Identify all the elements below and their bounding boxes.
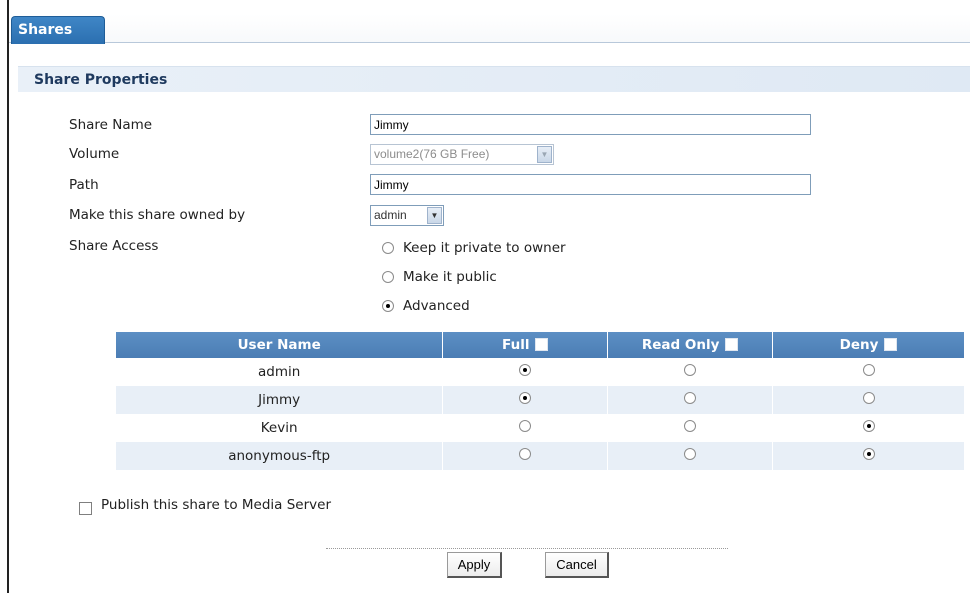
apply-button[interactable]: Apply <box>447 552 502 578</box>
share-name-input[interactable] <box>370 114 811 135</box>
path-label: Path <box>69 177 99 193</box>
publish-checkbox[interactable] <box>79 502 92 515</box>
section-title: Share Properties <box>18 66 970 92</box>
divider <box>326 548 728 549</box>
column-header-user: User Name <box>116 332 444 358</box>
chevron-down-icon: ▼ <box>427 207 442 224</box>
radio-deny[interactable] <box>862 448 875 460</box>
volume-select[interactable]: volume2(76 GB Free) ▼ <box>370 144 554 165</box>
path-input[interactable] <box>370 174 811 195</box>
user-name-cell: Jimmy <box>116 386 444 414</box>
radio-private[interactable] <box>382 242 394 254</box>
select-all-full-checkbox[interactable] <box>535 338 549 351</box>
chevron-down-icon: ▼ <box>537 146 552 163</box>
table-row: anonymous-ftp <box>116 442 965 470</box>
access-option-label: Advanced <box>403 298 470 314</box>
radio-readonly[interactable] <box>684 364 697 376</box>
user-access-table: User Name Full Read Only Deny admin Jimm… <box>116 332 965 470</box>
volume-select-value: volume2(76 GB Free) <box>374 147 490 161</box>
user-name-cell: admin <box>116 358 444 386</box>
table-row: admin <box>116 358 965 386</box>
table-header-row: User Name Full Read Only Deny <box>116 332 965 358</box>
column-header-full: Full <box>442 332 609 358</box>
access-option-advanced[interactable]: Advanced <box>382 298 470 314</box>
access-option-label: Make it public <box>403 269 497 285</box>
radio-full[interactable] <box>519 392 532 404</box>
tab-bar <box>9 14 970 43</box>
access-option-private[interactable]: Keep it private to owner <box>382 240 566 256</box>
column-header-deny: Deny <box>772 332 965 358</box>
share-name-label: Share Name <box>69 117 153 133</box>
radio-advanced[interactable] <box>382 300 394 312</box>
radio-deny[interactable] <box>862 420 875 432</box>
volume-label: Volume <box>69 146 120 162</box>
radio-full[interactable] <box>519 364 532 376</box>
share-access-label: Share Access <box>69 238 159 254</box>
tab-shares[interactable]: Shares <box>11 16 105 44</box>
radio-deny[interactable] <box>862 364 875 376</box>
user-name-cell: anonymous-ftp <box>116 442 444 470</box>
column-header-readonly: Read Only <box>607 332 774 358</box>
access-option-label: Keep it private to owner <box>403 240 566 256</box>
select-all-deny-checkbox[interactable] <box>884 338 898 351</box>
radio-readonly[interactable] <box>684 420 697 432</box>
radio-readonly[interactable] <box>684 448 697 460</box>
radio-deny[interactable] <box>862 392 875 404</box>
table-row: Kevin <box>116 414 965 442</box>
cancel-button[interactable]: Cancel <box>545 552 609 578</box>
user-name-cell: Kevin <box>116 414 444 442</box>
radio-full[interactable] <box>519 448 532 460</box>
radio-full[interactable] <box>519 420 532 432</box>
radio-public[interactable] <box>382 271 394 283</box>
table-row: Jimmy <box>116 386 965 414</box>
owner-select-value: admin <box>374 208 407 222</box>
owner-label: Make this share owned by <box>69 207 246 223</box>
access-option-public[interactable]: Make it public <box>382 269 497 285</box>
publish-label: Publish this share to Media Server <box>101 497 332 513</box>
owner-select[interactable]: admin ▼ <box>370 205 444 226</box>
select-all-readonly-checkbox[interactable] <box>725 338 739 351</box>
radio-readonly[interactable] <box>684 392 697 404</box>
